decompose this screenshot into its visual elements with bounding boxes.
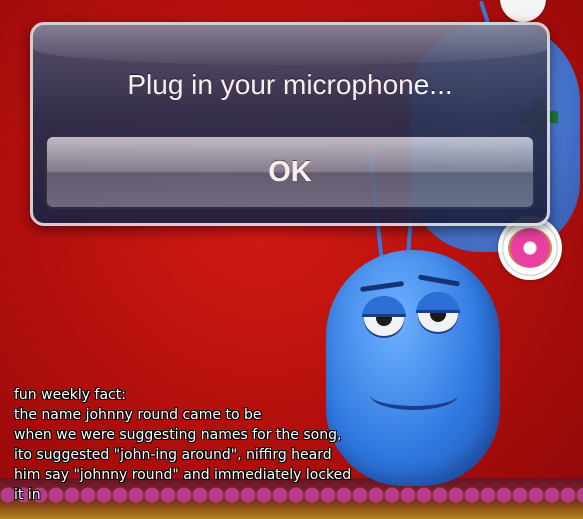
fun-fact-caption: fun weekly fact: the name johnny round c… bbox=[14, 385, 354, 505]
alert-message: Plug in your microphone... bbox=[127, 69, 453, 100]
caption-line: fun weekly fact: bbox=[14, 387, 126, 403]
monster-right-eye bbox=[416, 292, 460, 332]
microphone-alert-dialog: Plug in your microphone... OK bbox=[30, 22, 550, 226]
monster-right-brow bbox=[417, 274, 461, 287]
monster-left-eye bbox=[362, 296, 406, 336]
caption-line: it in bbox=[14, 487, 41, 503]
caption-line: him say "johnny round" and immediately l… bbox=[14, 467, 352, 483]
monster-left-brow bbox=[359, 280, 405, 293]
game-scene: Plug in your microphone... OK fun weekly… bbox=[0, 0, 583, 519]
caption-line: the name johnny round came to be bbox=[14, 407, 262, 423]
donut-icon bbox=[508, 228, 552, 268]
clock-icon[interactable] bbox=[500, 0, 546, 22]
ok-button[interactable]: OK bbox=[45, 135, 535, 209]
caption-line: when we were suggesting names for the so… bbox=[14, 427, 342, 443]
caption-line: ito suggested "john-ing around", niffirg… bbox=[14, 447, 332, 463]
monster-mouth bbox=[370, 380, 458, 410]
